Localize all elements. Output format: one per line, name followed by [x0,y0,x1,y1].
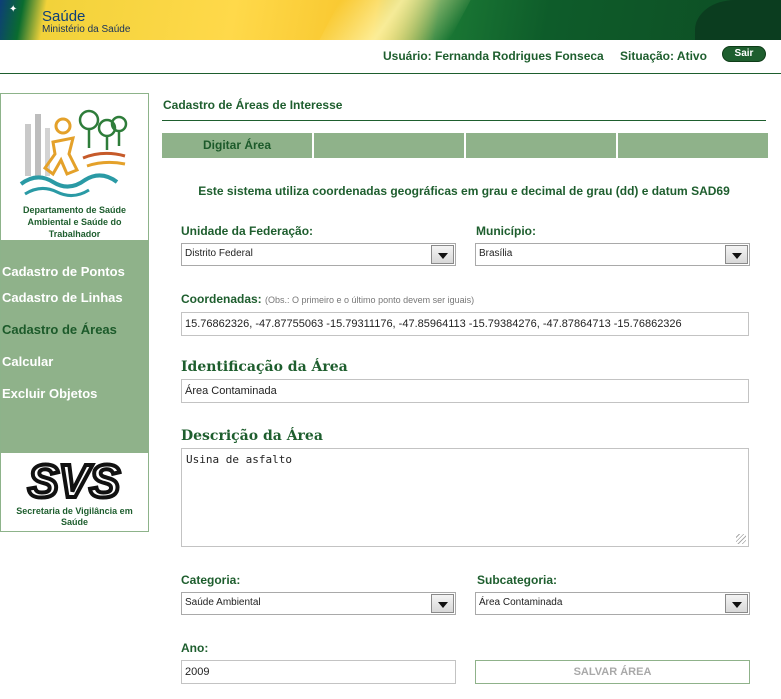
municipio-label: Município: [476,224,536,238]
subcategoria-value: Área Contaminada [479,597,563,608]
brand-subtitle: Ministério da Saúde [42,24,131,35]
categoria-label: Categoria: [181,573,241,587]
coordenadas-label: Coordenadas: (Obs.: O primeiro e o últim… [181,292,474,306]
identificacao-heading: Identificação da Área [181,359,348,375]
user-bar: Usuário: Fernanda Rodrigues Fonseca Situ… [0,40,781,74]
tab-4[interactable] [618,133,768,158]
chevron-down-icon[interactable] [725,245,748,264]
star-icon: ✦ [9,4,18,15]
subcategoria-select[interactable]: Área Contaminada [475,592,750,615]
logout-button[interactable]: Sair [722,46,766,62]
municipio-select[interactable]: Brasília [475,243,750,266]
uf-select[interactable]: Distrito Federal [181,243,456,266]
municipio-value: Brasília [479,248,513,259]
sidebar: Departamento de Saúde Ambiental e Saúde … [0,93,149,532]
coordenadas-label-text: Coordenadas: [181,292,262,306]
descricao-heading: Descrição da Área [181,428,323,444]
svs-logo-icon: SVS [15,455,133,507]
tab-2[interactable] [314,133,464,158]
datum-info: Este sistema utiliza coordenadas geográf… [198,184,730,198]
uf-label: Unidade da Federação: [181,224,314,238]
categoria-value: Saúde Ambiental [185,597,261,608]
subcategoria-label: Subcategoria: [477,573,558,587]
coordenadas-input[interactable]: 15.76862326, -47.87755063 -15.79311176, … [181,312,749,336]
tab-3[interactable] [466,133,616,158]
descricao-textarea[interactable]: Usina de asfalto [181,448,749,547]
sidebar-item-cadastro-pontos[interactable]: Cadastro de Pontos [2,264,125,279]
user-status: Situação: Ativo [620,49,707,63]
top-banner: ✦ Saúde Ministério da Saúde [0,0,781,40]
banner-corner [695,0,781,40]
identificacao-input[interactable]: Área Contaminada [181,379,749,403]
brand-title: Saúde [42,8,86,25]
chevron-down-icon[interactable] [431,245,454,264]
categoria-select[interactable]: Saúde Ambiental [181,592,456,615]
department-name: Departamento de Saúde Ambiental e Saúde … [22,205,127,239]
ano-label: Ano: [181,641,209,655]
ano-input[interactable]: 2009 [181,660,456,684]
svg-text:SVS: SVS [28,455,120,507]
sidebar-item-calcular[interactable]: Calcular [2,354,53,369]
resize-grip-icon[interactable] [736,534,746,544]
uf-value: Distrito Federal [185,248,253,259]
coordenadas-note: (Obs.: O primeiro e o último ponto devem… [265,295,475,305]
page-title: Cadastro de Áreas de Interesse [163,98,343,112]
chevron-down-icon[interactable] [725,594,748,613]
sidebar-menu: Cadastro de Pontos Cadastro de Linhas Ca… [1,240,148,453]
banner-stripe [319,0,471,40]
tab-bar: Digitar Área [162,133,768,158]
chevron-down-icon[interactable] [431,594,454,613]
salvar-area-button[interactable]: SALVAR ÁREA [475,660,750,684]
title-divider [162,120,766,121]
department-logo-icon [19,109,128,197]
sidebar-item-excluir-objetos[interactable]: Excluir Objetos [2,386,97,401]
sidebar-item-cadastro-linhas[interactable]: Cadastro de Linhas [2,290,123,305]
tab-digitar-area[interactable]: Digitar Área [162,133,312,158]
descricao-value: Usina de asfalto [186,453,292,466]
sidebar-item-cadastro-areas[interactable]: Cadastro de Áreas [2,322,117,337]
user-name: Usuário: Fernanda Rodrigues Fonseca [383,49,604,63]
secretariat-name: Secretaria de Vigilância em Saúde [16,506,133,527]
